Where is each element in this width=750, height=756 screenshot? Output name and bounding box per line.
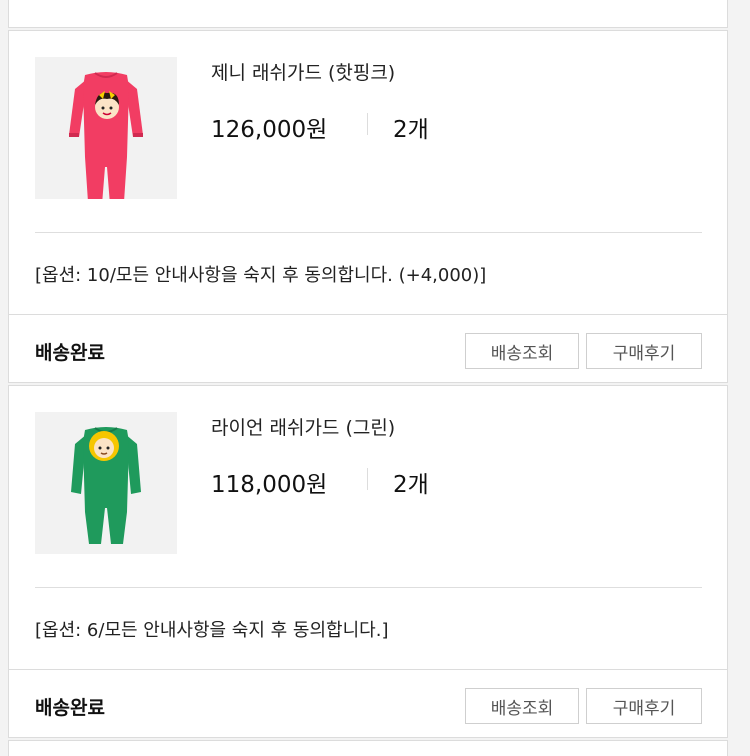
product-option: [옵션: 10/모든 안내사항을 숙지 후 동의합니다. (+4,000)] — [35, 265, 487, 286]
product-thumbnail[interactable] — [35, 57, 177, 217]
pink-rashguard-image — [69, 72, 143, 217]
price-quantity-separator — [367, 468, 368, 490]
track-delivery-button[interactable]: 배송조회 — [465, 688, 579, 724]
product-price: 118,000원 — [211, 472, 328, 498]
divider — [35, 232, 702, 233]
product-quantity: 2개 — [393, 117, 429, 143]
product-thumbnail[interactable] — [35, 412, 177, 554]
product-name[interactable]: 제니 래쉬가드 (핫핑크) — [211, 58, 395, 85]
order-item: 제니 래쉬가드 (핫핑크) 126,000원 2개 [옵션: 10/모든 안내사… — [8, 30, 728, 383]
write-review-button[interactable]: 구매후기 — [586, 333, 702, 369]
product-price: 126,000원 — [211, 117, 328, 143]
delivery-status: 배송완료 — [35, 697, 105, 719]
product-option: [옵션: 6/모든 안내사항을 숙지 후 동의합니다.] — [35, 620, 389, 641]
divider — [35, 587, 702, 588]
track-delivery-button[interactable]: 배송조회 — [465, 333, 579, 369]
delivery-status: 배송완료 — [35, 342, 105, 364]
green-rashguard-image — [71, 427, 141, 544]
write-review-button[interactable]: 구매후기 — [586, 688, 702, 724]
order-status-row: 배송완료 배송조회 구매후기 — [9, 314, 727, 385]
order-item: 라이언 래쉬가드 (그린) 118,000원 2개 [옵션: 6/모든 안내사항… — [8, 385, 728, 738]
previous-order-card-edge — [8, 0, 728, 28]
product-quantity: 2개 — [393, 472, 429, 498]
price-quantity-separator — [367, 113, 368, 135]
next-order-card-edge — [8, 740, 728, 756]
product-name[interactable]: 라이언 래쉬가드 (그린) — [211, 413, 395, 440]
order-status-row: 배송완료 배송조회 구매후기 — [9, 669, 727, 740]
